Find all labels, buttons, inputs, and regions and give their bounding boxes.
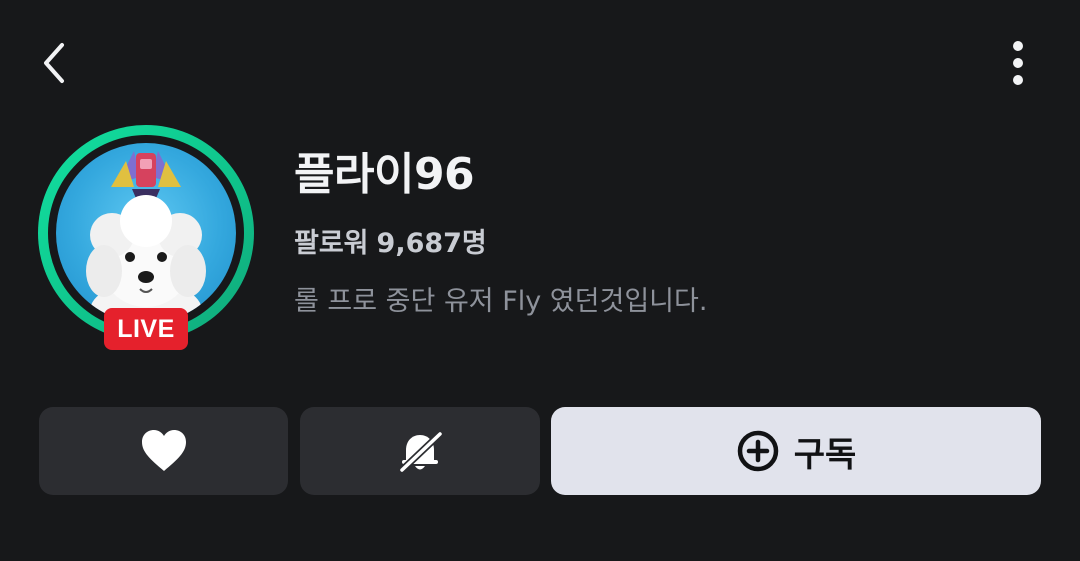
live-badge: LIVE — [104, 308, 188, 350]
like-button[interactable] — [39, 407, 288, 495]
subscribe-button[interactable]: 구독 — [551, 407, 1041, 495]
followers-line: 팔로워 9,687명 — [294, 224, 1054, 264]
more-vertical-icon — [1013, 41, 1023, 85]
subscribe-label: 구독 — [793, 434, 857, 475]
chevron-left-icon — [44, 43, 64, 83]
heart-icon — [141, 430, 186, 471]
channel-bio: 롤 프로 중단 유저 Fly 였던것입니다. — [294, 286, 708, 317]
profile-info: 플라이96 팔로워 9,687명 롤 프로 중단 유저 Fly 였던것입니다. — [294, 140, 1054, 322]
channel-name: 플라이96 — [294, 149, 475, 200]
avatar-image — [56, 143, 236, 323]
followers-count: 9,687명 — [376, 228, 487, 259]
plus-circle-icon — [737, 430, 778, 472]
dog-figure — [86, 195, 206, 323]
back-button[interactable] — [30, 36, 78, 90]
more-options-button[interactable] — [994, 36, 1042, 90]
notification-button[interactable] — [300, 407, 540, 495]
bell-off-icon — [398, 430, 444, 474]
avatar[interactable]: LIVE — [38, 125, 254, 350]
followers-label: 팔로워 — [294, 228, 369, 259]
top-bar — [0, 0, 1080, 120]
